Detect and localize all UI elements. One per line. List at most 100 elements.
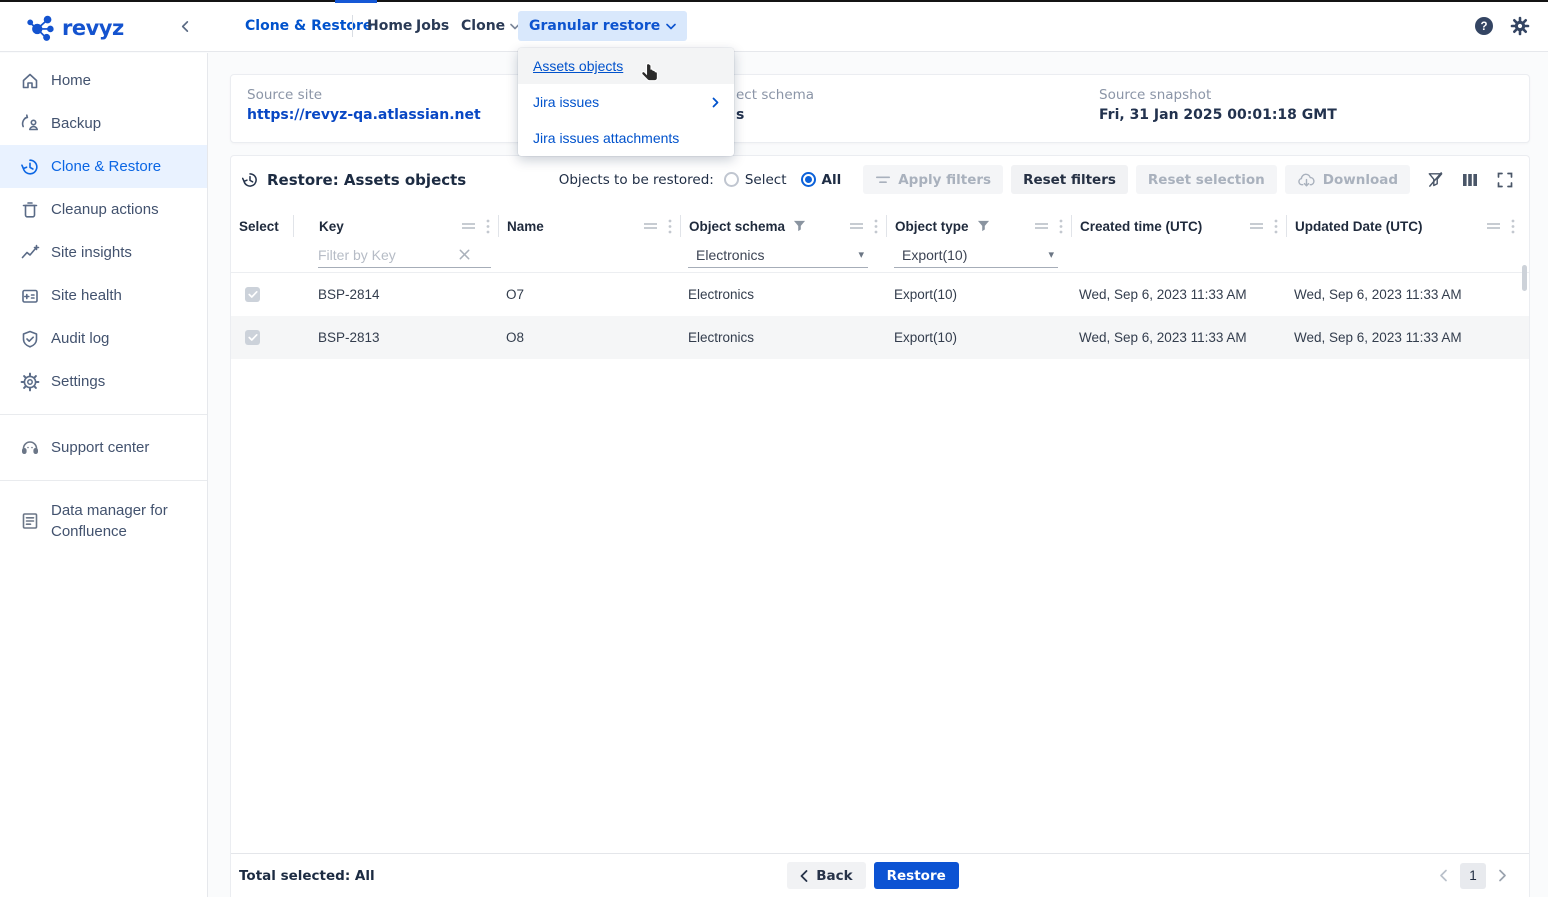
fullscreen-icon[interactable] — [1495, 170, 1515, 190]
menu-item-jira-issues-attachments[interactable]: Jira issues attachments — [518, 120, 734, 156]
cell-updated-date: Wed, Sep 6, 2023 11:33 AM — [1286, 330, 1523, 345]
drag-handle-icon[interactable] — [1034, 222, 1049, 230]
reset-selection-button[interactable]: Reset selection — [1136, 165, 1277, 194]
backup-icon — [20, 114, 40, 134]
sidebar-item-backup[interactable]: Backup — [0, 102, 207, 145]
kebab-menu-icon[interactable] — [1059, 219, 1063, 234]
drag-handle-icon[interactable] — [1486, 222, 1501, 230]
source-site-field: Source site https://revyz-qa.atlassian.n… — [247, 87, 481, 123]
sidebar-item-site-health[interactable]: Site health — [0, 274, 207, 317]
health-icon — [20, 286, 40, 306]
table-scrollbar[interactable] — [1522, 265, 1527, 291]
download-button[interactable]: Download — [1285, 165, 1410, 194]
kebab-menu-icon[interactable] — [1274, 219, 1278, 234]
nav-home[interactable]: Home — [367, 0, 412, 52]
sidebar-divider — [0, 414, 207, 415]
sidebar-item-clone-restore[interactable]: Clone & Restore — [0, 145, 207, 188]
page-next-icon[interactable] — [1498, 869, 1507, 882]
object-schema-value-partial: s — [736, 107, 814, 123]
object-schema-filter-select[interactable]: Electronics ▾ — [688, 242, 868, 268]
kebab-menu-icon[interactable] — [1511, 219, 1515, 234]
apply-filters-button[interactable]: Apply filters — [863, 165, 1003, 194]
filter-lines-icon — [875, 173, 891, 187]
sidebar-item-settings[interactable]: Settings — [0, 360, 207, 403]
column-header-created-time[interactable]: Created time (UTC) — [1071, 215, 1286, 237]
cell-object-type: Export(10) — [886, 287, 1071, 302]
menu-item-assets-objects[interactable]: Assets objects — [518, 48, 734, 84]
sidebar-item-home[interactable]: Home — [0, 59, 207, 102]
source-site-value[interactable]: https://revyz-qa.atlassian.net — [247, 107, 481, 123]
table-row[interactable]: BSP-2813 O8 Electronics Export(10) Wed, … — [231, 316, 1529, 359]
key-filter-input[interactable] — [318, 247, 458, 263]
radio-select[interactable]: Select — [724, 172, 787, 188]
cell-object-type: Export(10) — [886, 330, 1071, 345]
back-button[interactable]: Back — [787, 862, 865, 889]
cell-object-schema: Electronics — [680, 287, 886, 302]
nav-separator — [352, 15, 353, 37]
sidebar-item-site-insights[interactable]: Site insights — [0, 231, 207, 274]
sidebar-collapse-button[interactable] — [174, 15, 196, 37]
kebab-menu-icon[interactable] — [668, 219, 672, 234]
drag-handle-icon[interactable] — [461, 222, 476, 230]
cell-name: O8 — [498, 330, 680, 345]
help-icon[interactable]: ? — [1474, 16, 1494, 36]
column-header-key[interactable]: Key — [293, 215, 498, 237]
pagination: 1 — [959, 863, 1507, 889]
column-header-name[interactable]: Name — [498, 215, 680, 237]
nav-granular-restore[interactable]: Granular restore — [518, 11, 687, 41]
panel-title: Restore: Assets objects — [241, 171, 466, 189]
columns-icon[interactable] — [1460, 170, 1480, 190]
object-schema-field-partial: ect schema s — [736, 87, 814, 123]
menu-item-jira-issues[interactable]: Jira issues — [518, 84, 734, 120]
insights-icon — [20, 243, 40, 263]
sidebar-item-cleanup-actions[interactable]: Cleanup actions — [0, 188, 207, 231]
chevron-down-icon — [666, 23, 676, 30]
drag-handle-icon[interactable] — [849, 222, 864, 230]
cell-created-time: Wed, Sep 6, 2023 11:33 AM — [1071, 287, 1286, 302]
logo-icon — [26, 13, 56, 43]
logo[interactable]: revyz — [26, 13, 124, 43]
table-header-row: Select Key Name Object schema — [231, 212, 1529, 240]
restore-button[interactable]: Restore — [874, 862, 959, 889]
reset-filters-button[interactable]: Reset filters — [1011, 165, 1128, 194]
screen-top-edge-accent — [335, 0, 377, 3]
drag-handle-icon[interactable] — [1249, 222, 1264, 230]
table-row[interactable]: BSP-2814 O7 Electronics Export(10) Wed, … — [231, 273, 1529, 316]
kebab-menu-icon[interactable] — [486, 219, 490, 234]
page-number-button[interactable]: 1 — [1460, 863, 1486, 889]
sidebar: Home Backup Clone & Restore Cleanup acti… — [0, 53, 208, 897]
kebab-menu-icon[interactable] — [874, 219, 878, 234]
objects-to-restore-label: Objects to be restored: — [559, 172, 714, 188]
chevron-left-icon — [800, 870, 808, 882]
row-checkbox[interactable] — [245, 330, 260, 345]
filter-funnel-icon — [793, 220, 806, 232]
radio-all[interactable]: All — [801, 172, 842, 188]
logo-text: revyz — [62, 16, 124, 40]
nav-clone[interactable]: Clone — [461, 0, 520, 52]
object-schema-label-partial: ect schema — [736, 87, 814, 103]
page-prev-icon[interactable] — [1439, 869, 1448, 882]
column-header-object-type[interactable]: Object type — [886, 215, 1071, 237]
settings-gear-icon[interactable] — [1510, 16, 1530, 36]
panel-header: Restore: Assets objects Objects to be re… — [231, 156, 1529, 203]
gear-icon — [20, 372, 40, 392]
filter-funnel-icon — [977, 220, 990, 232]
sidebar-item-support-center[interactable]: Support center — [0, 426, 207, 469]
filter-off-icon[interactable] — [1425, 170, 1445, 190]
nav-jobs[interactable]: Jobs — [416, 0, 449, 52]
clear-filter-icon[interactable] — [458, 248, 471, 261]
sidebar-item-data-manager-confluence[interactable]: Data manager for Confluence — [0, 492, 207, 550]
object-type-filter-select[interactable]: Export(10) ▾ — [894, 242, 1058, 268]
drag-handle-icon[interactable] — [643, 222, 658, 230]
panel-footer: Total selected: All Back Restore 1 — [231, 853, 1529, 897]
sidebar-item-audit-log[interactable]: Audit log — [0, 317, 207, 360]
column-header-updated-date[interactable]: Updated Date (UTC) — [1286, 215, 1523, 237]
screen-top-edge — [0, 0, 1548, 2]
submenu-chevron-icon — [712, 97, 719, 108]
breadcrumb[interactable]: Clone & Restore — [245, 0, 372, 52]
radio-select-circle[interactable] — [724, 172, 739, 187]
radio-all-circle[interactable] — [801, 172, 816, 187]
column-header-object-schema[interactable]: Object schema — [680, 215, 886, 237]
restore-summary-card: Source site https://revyz-qa.atlassian.n… — [230, 74, 1530, 143]
row-checkbox[interactable] — [245, 287, 260, 302]
